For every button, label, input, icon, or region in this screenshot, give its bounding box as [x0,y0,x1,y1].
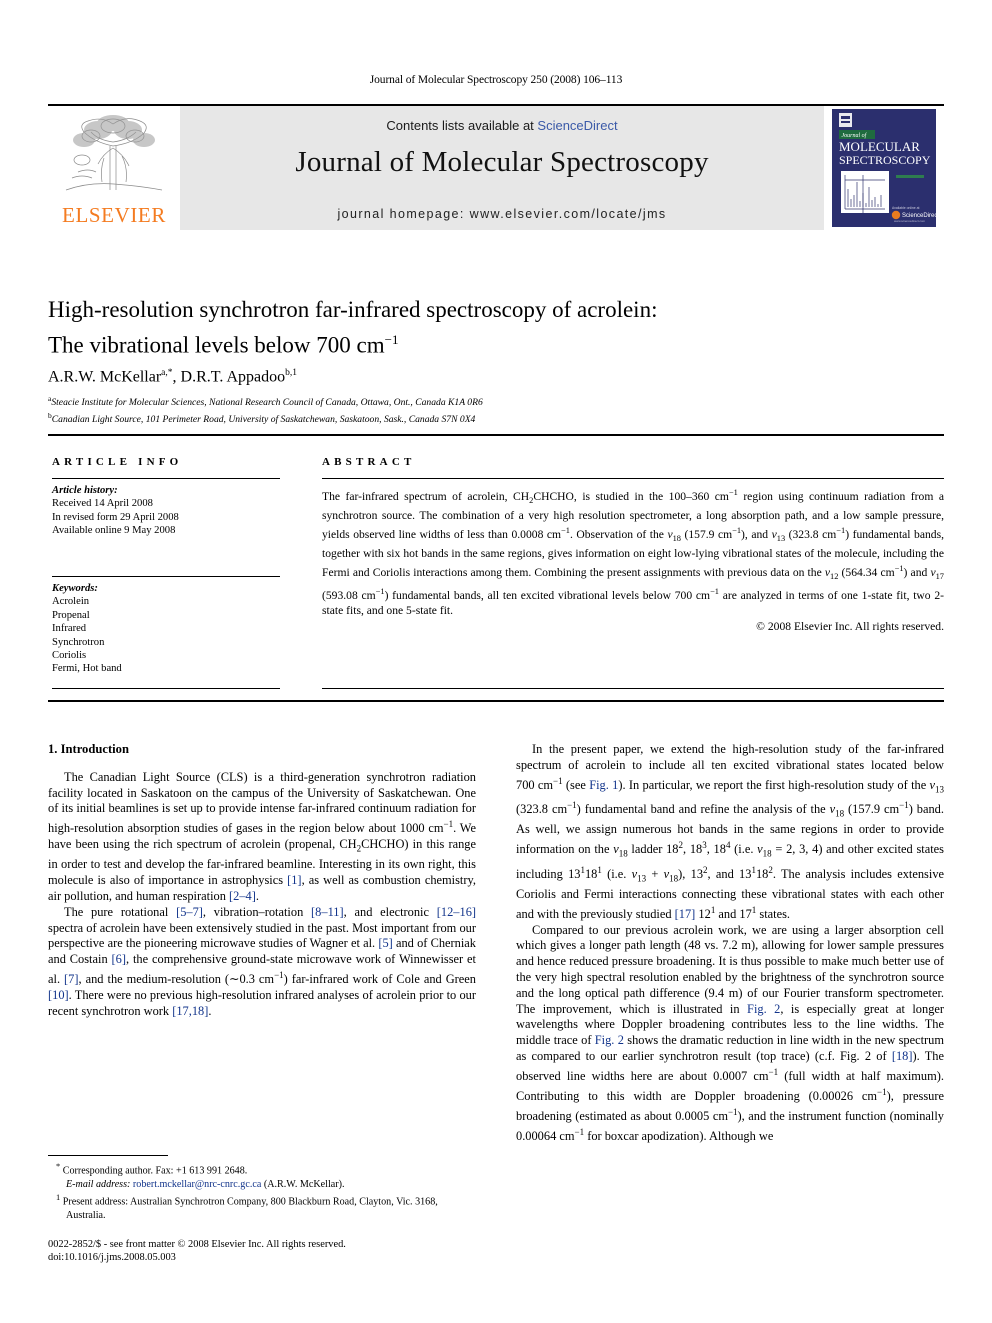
abstract-heading: ABSTRACT [322,456,416,468]
author-2-marker: b,1 [285,368,297,378]
figure-link[interactable]: Fig. 1 [589,778,618,792]
section-heading-introduction: 1. Introduction [48,742,129,756]
info-block-top-rule [48,434,944,436]
author-list: A.R.W. McKellara,*, D.R.T. Appadoob,1 [48,368,928,386]
email-attribution: (A.R.W. McKellar). [263,1178,345,1190]
svg-text:www.sciencedirect.com: www.sciencedirect.com [894,219,926,223]
article-history: Article history: Received 14 April 2008 … [52,484,284,538]
running-head: Journal of Molecular Spectroscopy 250 (2… [369,74,623,86]
title-line-2: The vibrational levels below 700 cm [48,332,385,358]
issn-line: 0022-2852/$ - see front matter © 2008 El… [48,1239,346,1250]
article-history-item: Available online 9 May 2008 [52,525,176,537]
info-block-bottom-rule [48,700,944,702]
citation-link[interactable]: [7] [64,972,78,986]
body-column-right: In the present paper, we extend the high… [516,742,944,1145]
citation-link[interactable]: [10] [48,988,69,1002]
keyword-item: Coriolis [52,650,87,662]
paper-page: Journal of Molecular Spectroscopy 250 (2… [0,0,992,1323]
title-line-1: High-resolution synchrotron far-infrared… [48,297,658,322]
imprint-block: 0022-2852/$ - see front matter © 2008 El… [48,1238,508,1265]
citation-link[interactable]: [5] [378,936,392,950]
citation-link[interactable]: [1] [287,873,301,887]
journal-cover-thumbnail: Journal of MOLECULAR SPECTROSCOPY Availa… [824,106,944,230]
body-paragraph: The pure rotational [5–7], vibration–rot… [48,904,477,1018]
email-link[interactable]: robert.mckellar@nrc-cnrc.gc.ca [133,1179,261,1190]
body-paragraph: The Canadian Light Source (CLS) is a thi… [48,769,476,903]
journal-masthead: ELSEVIER Contents lists available at Sci… [48,104,944,230]
journal-title: Journal of Molecular Spectroscopy [295,146,709,178]
keyword-item: Synchrotron [52,636,105,648]
footnote-marker-one: 1 [56,1193,61,1203]
citation-link[interactable]: [18] [892,1049,913,1063]
figure-link[interactable]: Fig. 2 [595,1033,624,1047]
author-1: A.R.W. McKellar [48,368,162,386]
article-history-label: Article history: [52,485,118,496]
elsevier-wordmark: ELSEVIER [62,203,166,227]
doi-line: doi:10.1016/j.jms.2008.05.003 [48,1252,176,1264]
figure-link[interactable]: Fig. 2 [747,1002,780,1016]
article-info-rule-1 [52,478,280,479]
email-label: E-mail address: [66,1178,131,1190]
svg-text:Available online at: Available online at [892,206,920,210]
article-info-heading: ARTICLE INFO [52,456,183,468]
article-info-rule-3 [52,688,280,689]
keyword-item: Fermi, Hot band [52,663,122,675]
journal-homepage-link[interactable]: journal homepage: www.elsevier.com/locat… [180,207,824,221]
keyword-item: Propenal [52,609,90,621]
footnote-rule [48,1155,168,1156]
author-1-marker: a,* [161,368,173,378]
footnotes-block: * Corresponding author. Fax: +1 613 991 … [48,1160,476,1222]
affiliations: aSteacie Institute for Molecular Science… [48,392,928,427]
citation-link[interactable]: [2–4] [229,889,256,903]
article-info-rule-2 [52,576,280,577]
citation-link[interactable]: [6] [112,952,126,966]
keywords-label: Keywords: [52,583,98,594]
elsevier-logo: ELSEVIER [48,106,180,230]
svg-text:Journal of: Journal of [842,132,868,139]
footnote-present-address-text: Present address: Australian Synchrotron … [62,1196,438,1221]
journal-cover-art: Journal of MOLECULAR SPECTROSCOPY Availa… [832,109,936,227]
keywords-block: Keywords: Acrolein Propenal Infrared Syn… [52,582,284,676]
page-title: High-resolution synchrotron far-infrared… [48,295,928,361]
body-paragraph: Compared to our previous acrolein work, … [516,922,945,1143]
abstract-copyright: © 2008 Elsevier Inc. All rights reserved… [756,620,944,633]
title-superscript: −1 [384,332,399,347]
masthead-center: Contents lists available at ScienceDirec… [180,106,824,230]
elsevier-tree-icon [58,112,170,204]
sciencedirect-link[interactable]: ScienceDirect [537,118,617,133]
svg-text:MOLECULAR: MOLECULAR [839,139,920,154]
citation-link[interactable]: [17] [675,907,696,921]
svg-text:SPECTROSCOPY: SPECTROSCOPY [839,153,931,167]
abstract-rule-bottom [322,688,944,689]
citation-link[interactable]: [8–11] [311,905,344,919]
footnote-present-address: 1 Present address: Australian Synchrotro… [48,1191,476,1222]
keyword-item: Acrolein [52,596,90,608]
footnote-corresponding: * Corresponding author. Fax: +1 613 991 … [48,1160,476,1191]
contents-prefix: Contents lists available at [386,118,538,133]
body-column-left: 1. Introduction The Canadian Light Sourc… [48,742,476,1019]
affiliation-b: Canadian Light Source, 101 Perimeter Roa… [51,414,476,426]
abstract-rule-top [322,478,944,479]
citation-link[interactable]: [17,18] [172,1004,208,1018]
keyword-item: Infrared [52,623,87,635]
article-history-item: Received 14 April 2008 [52,498,153,510]
abstract-text: The far-infrared spectrum of acrolein, C… [322,488,944,617]
footnote-marker-asterisk: * [56,1162,61,1171]
contents-lists-line: Contents lists available at ScienceDirec… [180,118,824,133]
citation-link[interactable]: [5–7] [176,905,203,919]
footnote-corresponding-text: Corresponding author. Fax: +1 613 991 26… [62,1165,248,1177]
body-paragraph: In the present paper, we extend the high… [516,742,945,921]
affiliation-a: Steacie Institute for Molecular Sciences… [51,397,483,409]
article-history-item: In revised form 29 April 2008 [52,511,179,523]
citation-link[interactable]: [12–16] [437,905,476,919]
author-2: , D.R.T. Appadoo [172,368,286,386]
